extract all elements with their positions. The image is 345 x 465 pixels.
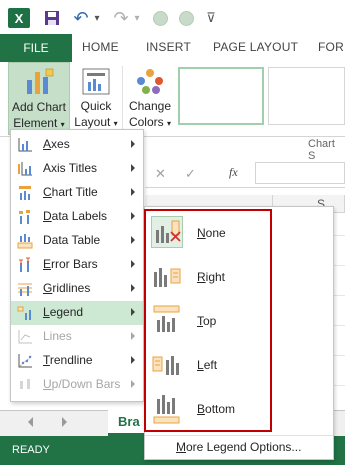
menu-item-gridlines[interactable]: Gridlines: [11, 277, 143, 301]
menu-item-label: Lines: [43, 329, 72, 343]
enter-formula-icon[interactable]: ✓: [185, 166, 196, 182]
submenu-arrow-icon: [131, 236, 135, 244]
submenu-arrow-icon: [131, 308, 135, 316]
submenu-arrow-icon: [131, 164, 135, 172]
tab-formulas[interactable]: FOR: [318, 40, 344, 54]
lines-icon: [18, 330, 32, 344]
chart-style-2[interactable]: [268, 67, 345, 125]
ribbon-divider: [122, 66, 123, 130]
gridlines-icon: [18, 283, 32, 296]
title-bar: X ↶ ▾ ↷ ▾ ⊽: [0, 0, 345, 34]
scroll-tabs-right-icon[interactable]: [62, 417, 67, 427]
chart-title-icon: [19, 186, 31, 200]
save-icon[interactable]: [42, 8, 62, 28]
submenu-arrow-icon: [131, 356, 135, 364]
menu-item-label: Data Table: [43, 233, 101, 247]
add-chart-element-label-1: Add Chart: [11, 100, 67, 114]
add-chart-element-button[interactable]: Add Chart Element ▾: [8, 62, 70, 135]
data-labels-icon: [19, 210, 30, 224]
submenu-arrow-icon: [131, 140, 135, 148]
change-colors-label-1: Change: [128, 99, 172, 113]
menu-item-legend[interactable]: Legend: [11, 301, 143, 325]
menu-item-label: Axis Titles: [43, 161, 98, 175]
menu-item-error-bars[interactable]: Error Bars: [11, 253, 143, 277]
redo-dropdown-icon[interactable]: ▾: [132, 8, 142, 28]
error-bars-icon: [19, 257, 30, 272]
chart-style-1[interactable]: [178, 67, 264, 125]
submenu-arrow-icon: [131, 380, 135, 388]
color-palette-icon: [137, 69, 163, 94]
scroll-tabs-left-icon[interactable]: [28, 417, 33, 427]
status-text: READY: [12, 444, 50, 456]
customize-toolbar-icon[interactable]: ⊽: [204, 8, 218, 28]
touch-mode-icon[interactable]: [152, 8, 168, 28]
menu-item-label: Data Labels: [43, 209, 108, 223]
up-down-bars-icon: [20, 379, 30, 389]
sheet-tab-active[interactable]: Bra: [108, 410, 148, 436]
formula-input[interactable]: [255, 162, 345, 184]
menu-item-chart-title[interactable]: Chart Title: [11, 181, 143, 205]
menu-item-axis-titles[interactable]: Axis Titles: [11, 157, 143, 181]
quick-layout-button[interactable]: Quick Layout ▾: [74, 62, 118, 135]
tab-page-layout[interactable]: PAGE LAYOUT: [213, 40, 298, 54]
ribbon-tabs: FILE HOME INSERT PAGE LAYOUT FOR: [0, 34, 345, 62]
quick-print-icon[interactable]: [178, 8, 194, 28]
submenu-arrow-icon: [131, 332, 135, 340]
add-chart-element-icon: [27, 68, 54, 94]
trendline-icon: [18, 354, 33, 368]
axis-titles-icon: [18, 162, 32, 176]
data-table-icon: [17, 234, 33, 249]
chart-styles-group-label: Chart S: [308, 138, 335, 162]
quick-layout-label-1: Quick: [80, 99, 112, 113]
menu-item-label: Legend: [43, 305, 84, 319]
cancel-formula-icon[interactable]: ✕: [155, 166, 166, 182]
menu-item-data-labels[interactable]: Data Labels: [11, 205, 143, 229]
legend-icon: [17, 306, 31, 320]
submenu-arrow-icon: [131, 260, 135, 268]
menu-item-axes[interactable]: Axes: [11, 133, 143, 157]
ribbon: Add Chart Element ▾ Quick Layout ▾ Chang…: [0, 62, 345, 162]
quick-layout-icon: [82, 68, 110, 95]
submenu-arrow-icon: [131, 284, 135, 292]
menu-item-lines: Lines: [11, 325, 143, 349]
menu-item-label: Chart Title: [43, 185, 98, 199]
add-chart-element-menu: Axes Axis Titles Chart Title Data Labels…: [10, 129, 144, 402]
menu-item-up-down-bars: Up/Down Bars: [11, 373, 143, 397]
submenu-arrow-icon: [131, 188, 135, 196]
more-legend-options-item[interactable]: More Legend Options...: [145, 435, 333, 458]
excel-logo-icon: X: [8, 8, 30, 28]
menu-item-label: Up/Down Bars: [43, 377, 121, 391]
insert-function-icon[interactable]: fx: [229, 165, 238, 180]
undo-dropdown-icon[interactable]: ▾: [92, 8, 102, 28]
menu-item-data-table[interactable]: Data Table: [11, 229, 143, 253]
menu-item-label: Gridlines: [43, 281, 91, 295]
tab-home[interactable]: HOME: [82, 40, 119, 54]
axes-icon: [18, 138, 32, 152]
tab-file[interactable]: FILE: [0, 34, 72, 62]
menu-item-trendline[interactable]: Trendline: [11, 349, 143, 373]
tab-insert[interactable]: INSERT: [146, 40, 191, 54]
menu-item-label: Trendline: [43, 353, 93, 367]
change-colors-button[interactable]: Change Colors ▾: [126, 62, 174, 135]
submenu-arrow-icon: [131, 212, 135, 220]
menu-item-label: Axes: [43, 137, 70, 151]
highlight-callout-box: [144, 209, 272, 432]
menu-item-label: Error Bars: [43, 257, 98, 271]
redo-icon[interactable]: ↷: [112, 8, 130, 28]
undo-icon[interactable]: ↶: [72, 8, 90, 28]
formula-bar: ✕ ✓ fx: [145, 160, 345, 188]
